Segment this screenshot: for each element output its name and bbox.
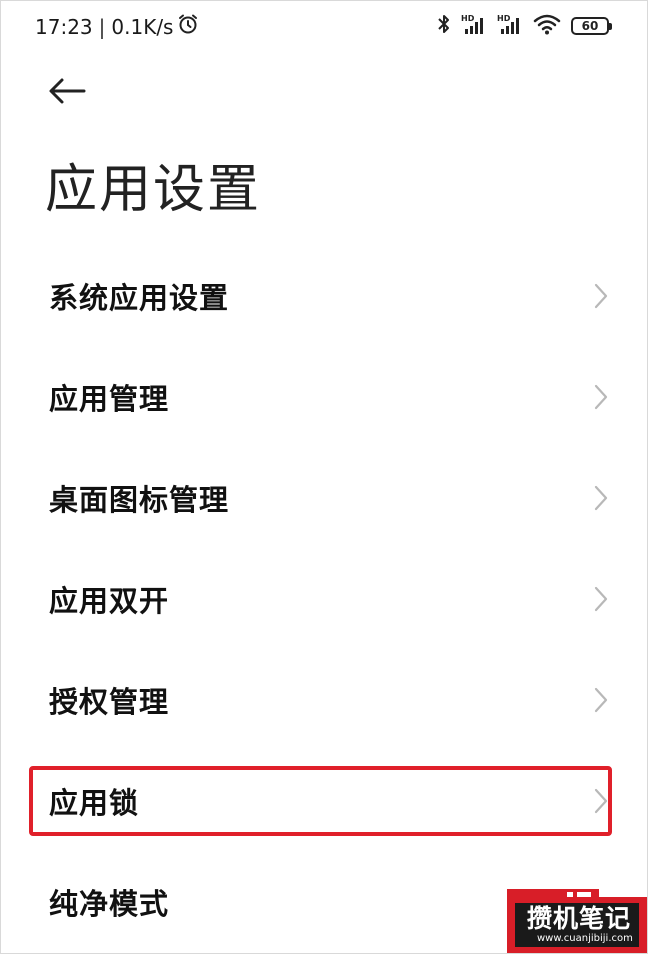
settings-list: 系统应用设置 应用管理 桌面图标管理 应用双开 授权管理 应用锁 纯净模式 <box>1 245 647 952</box>
list-item-label: 应用锁 <box>49 785 140 820</box>
status-bar: 17:23 | 0.1K/s HD HD 60 <box>1 1 647 51</box>
list-item-permission-management[interactable]: 授权管理 <box>1 649 647 750</box>
watermark-url: www.cuanjibiji.com <box>537 933 633 944</box>
svg-text:HD: HD <box>497 14 511 23</box>
watermark-logo: 攒机笔记 www.cuanjibiji.com <box>507 889 647 953</box>
chevron-right-icon <box>594 788 608 813</box>
list-item-dual-apps[interactable]: 应用双开 <box>1 548 647 649</box>
list-item-desktop-icon-management[interactable]: 桌面图标管理 <box>1 447 647 548</box>
back-button[interactable] <box>45 71 89 111</box>
alarm-icon <box>173 13 199 40</box>
wifi-icon <box>533 13 561 39</box>
bluetooth-icon <box>437 13 451 39</box>
hd-signal-icon: HD <box>497 13 523 39</box>
status-right: HD HD 60 <box>437 13 612 39</box>
list-item-label: 应用双开 <box>49 583 170 618</box>
status-separator: | <box>98 14 106 39</box>
watermark-name: 攒机笔记 <box>527 904 632 933</box>
hd-signal-icon: HD <box>461 13 487 39</box>
back-arrow-icon <box>49 78 86 104</box>
list-item-label: 桌面图标管理 <box>49 482 230 517</box>
battery-icon: 60 <box>571 17 612 35</box>
list-item-label: 授权管理 <box>49 684 170 719</box>
list-item-label: 应用管理 <box>49 381 170 416</box>
list-item-app-lock[interactable]: 应用锁 <box>1 750 647 851</box>
list-item-app-management[interactable]: 应用管理 <box>1 346 647 447</box>
list-item-label: 纯净模式 <box>49 886 170 921</box>
chevron-right-icon <box>594 485 608 510</box>
page-title: 应用设置 <box>45 160 262 220</box>
network-speed: 0.1K/s <box>111 14 174 39</box>
status-time: 17:23 <box>35 14 93 39</box>
phone-screen: 17:23 | 0.1K/s HD HD 60 应用设置 系统应用设置 应用管理… <box>0 0 648 954</box>
svg-text:HD: HD <box>461 14 475 23</box>
chevron-right-icon <box>594 687 608 712</box>
list-item-label: 系统应用设置 <box>49 280 230 315</box>
chevron-right-icon <box>594 283 608 308</box>
list-item-system-app-settings[interactable]: 系统应用设置 <box>1 245 647 346</box>
chevron-right-icon <box>594 384 608 409</box>
chevron-right-icon <box>594 586 608 611</box>
status-left: 17:23 | 0.1K/s <box>35 13 199 40</box>
